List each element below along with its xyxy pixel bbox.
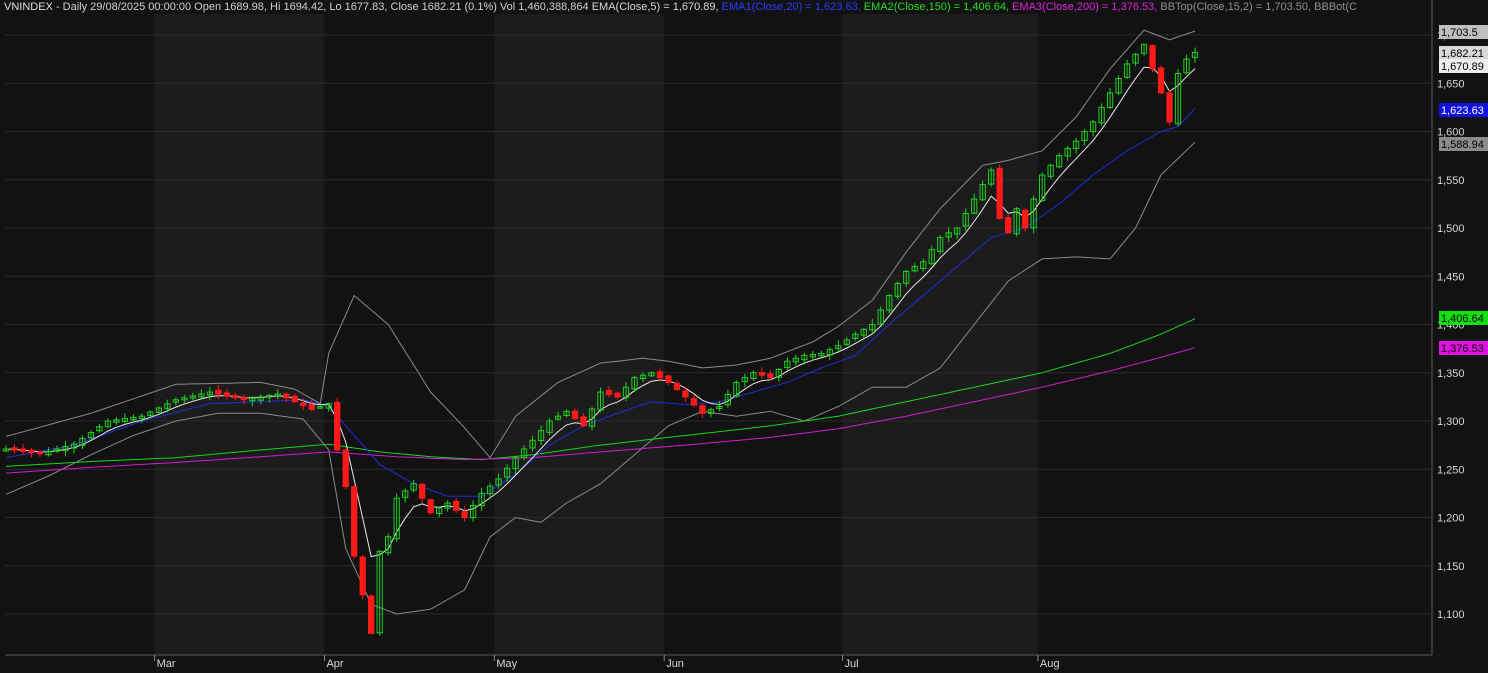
value-tag: 1,623.63 — [1441, 105, 1484, 117]
candle-down — [614, 392, 621, 398]
chart-header: VNINDEX - Daily 29/08/2025 00:00:00 Open… — [4, 1, 1357, 13]
ema200-legend: EMA3(Close,200) = 1,376.53, — [1009, 1, 1158, 13]
y-tick-label: 1,650 — [1437, 78, 1465, 90]
value-tag: 1,670.89 — [1441, 61, 1484, 73]
candle-down — [1149, 44, 1156, 70]
candle-down — [223, 392, 230, 397]
month-label: May — [496, 658, 517, 670]
candle-down — [342, 449, 349, 488]
candle-down — [308, 404, 315, 410]
candle-down — [690, 398, 698, 406]
bbbot-legend: BBBot(C — [1311, 1, 1357, 13]
bbtop-legend: BBTop(Close,15,2) = 1,703.50, — [1157, 1, 1312, 13]
candle-down — [682, 390, 689, 398]
candle-down — [673, 382, 681, 391]
candle-down — [605, 389, 613, 395]
candle-down — [334, 401, 341, 451]
chart-window: VNINDEX - Daily 29/08/2025 00:00:00 Open… — [0, 0, 1488, 673]
candle-down — [359, 556, 366, 596]
y-tick-label: 1,250 — [1437, 464, 1465, 476]
candle-down — [571, 410, 579, 420]
candle-down — [240, 396, 247, 401]
candle-down — [656, 371, 664, 379]
price-chart[interactable]: 1,1001,1501,2001,2501,3001,3501,4001,450… — [0, 0, 1488, 673]
candle-down — [419, 483, 426, 499]
value-tag: 1,376.53 — [1441, 343, 1484, 355]
y-tick-label: 1,200 — [1437, 513, 1465, 525]
candle-down — [351, 486, 358, 557]
candle-down — [452, 500, 460, 511]
ema150-legend: EMA2(Close,150) = 1,406.64, — [860, 1, 1010, 13]
value-tag: 1,703.5 — [1441, 27, 1478, 39]
candle-down — [283, 393, 290, 399]
candle-down — [19, 448, 27, 452]
month-label: Mar — [157, 658, 176, 670]
y-tick-label: 1,150 — [1437, 561, 1465, 573]
candle-down — [665, 375, 672, 383]
y-tick-label: 1,500 — [1437, 223, 1465, 235]
month-label: Jun — [666, 658, 684, 670]
candle-down — [291, 395, 298, 403]
value-tag: 1,406.64 — [1441, 313, 1484, 325]
candle-down — [11, 447, 18, 451]
ohlc-info: - Daily 29/08/2025 00:00:00 Open 1689.98… — [52, 1, 592, 13]
candle-down — [996, 167, 1003, 219]
candle-down — [580, 416, 587, 427]
value-tag: 1,588.94 — [1441, 139, 1484, 151]
symbol-name: VNINDEX — [4, 1, 53, 13]
candle-down — [1022, 209, 1029, 229]
candle-down — [1157, 67, 1165, 94]
candle-down — [461, 511, 468, 519]
candle-down — [368, 595, 375, 634]
y-tick-label: 1,450 — [1437, 271, 1465, 283]
candle-down — [767, 373, 774, 379]
candle-down — [215, 389, 222, 395]
month-label: Apr — [326, 658, 343, 670]
candle-down — [1005, 217, 1012, 234]
candle-down — [758, 372, 765, 376]
ema5-legend: EMA(Close,5) = 1,670.89, — [591, 1, 719, 13]
month-band-0 — [154, 14, 325, 655]
ema20-legend: EMA1(Close,20) = 1,623.63, — [718, 1, 861, 13]
candle-down — [1166, 92, 1173, 123]
candle-down — [28, 449, 35, 454]
y-tick-label: 1,550 — [1437, 175, 1465, 187]
month-band-1 — [494, 14, 665, 655]
month-label: Jul — [845, 658, 859, 670]
y-tick-label: 1,600 — [1437, 127, 1465, 139]
candle-down — [427, 499, 434, 514]
month-label: Aug — [1040, 658, 1060, 670]
y-tick-label: 1,350 — [1437, 368, 1465, 380]
y-tick-label: 1,100 — [1437, 609, 1465, 621]
value-tag: 1,682.21 — [1441, 48, 1484, 60]
candle-down — [699, 405, 706, 414]
y-tick-label: 1,300 — [1437, 416, 1465, 428]
candle-down — [232, 394, 239, 399]
candle-down — [300, 402, 307, 407]
candle-down — [36, 451, 44, 455]
